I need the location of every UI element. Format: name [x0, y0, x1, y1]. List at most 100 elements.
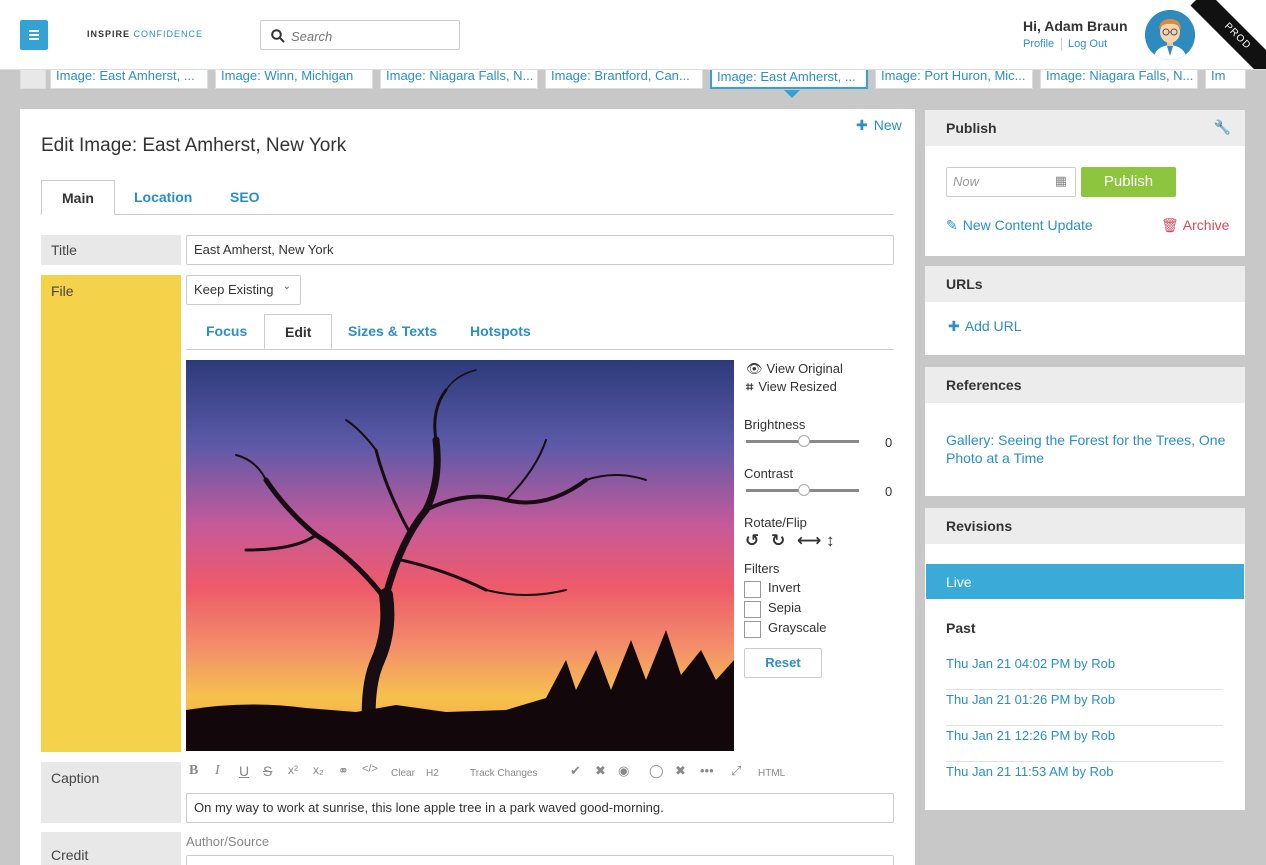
open-item-tab[interactable]: Image: East Amherst, ... [50, 70, 208, 89]
more-icon[interactable]: ••• [700, 763, 714, 778]
tab-main[interactable]: Main [41, 180, 115, 215]
grayscale-label: Grayscale [768, 620, 827, 635]
live-revision[interactable]: Live [926, 564, 1244, 599]
flip-vertical-icon[interactable]: ↕ [826, 531, 835, 551]
search-input[interactable] [291, 27, 451, 45]
bold-button[interactable]: B [189, 763, 198, 779]
preview-eye-icon[interactable]: ◉ [618, 763, 629, 779]
contrast-slider-handle[interactable] [798, 484, 810, 496]
credit-input[interactable] [186, 855, 894, 865]
new-content-update-link[interactable]: ✎ New Content Update [946, 217, 1093, 234]
open-item-tab[interactable]: Image: Brantford, Can... [545, 70, 703, 89]
filters-label: Filters [744, 561, 780, 576]
credit-hint: Author/Source [186, 834, 270, 849]
open-item-tab[interactable]: Im [1205, 70, 1246, 89]
search-box[interactable] [260, 20, 460, 50]
file-mode-select[interactable]: Keep Existing ⌄ [186, 275, 301, 305]
flip-horizontal-icon[interactable]: ⟷ [797, 531, 821, 551]
page-title: Edit Image: East Amherst, New York [41, 135, 347, 156]
html-button[interactable]: HTML [758, 768, 785, 779]
caption-input[interactable]: On my way to work at sunrise, this lone … [186, 793, 894, 823]
wrench-icon[interactable]: 🔧 [1214, 119, 1231, 136]
open-item-tab-active[interactable]: Image: East Amherst, ... [710, 70, 868, 89]
publish-button[interactable]: Publish [1081, 167, 1176, 197]
open-item-tab[interactable]: Image: Winn, Michigan [215, 70, 373, 89]
menu-toggle-button[interactable] [20, 20, 48, 50]
revision-item[interactable]: Thu Jan 21 12:26 PM by Rob [946, 726, 1223, 762]
subtab-sizes-texts[interactable]: Sizes & Texts [328, 314, 457, 349]
reference-link[interactable]: Gallery: Seeing the Forest for the Trees… [946, 431, 1231, 467]
image-preview[interactable] [186, 360, 734, 751]
invert-checkbox[interactable] [744, 581, 761, 598]
past-heading: Past [946, 620, 976, 636]
rotate-flip-label: Rotate/Flip [744, 515, 807, 530]
plus-icon: ✚ [856, 117, 868, 133]
eye-icon: 👁 [746, 361, 763, 376]
fullscreen-icon[interactable]: ⤢ [731, 763, 741, 779]
logout-link[interactable]: Log Out [1068, 38, 1107, 50]
view-resized-label: View Resized [758, 379, 837, 394]
new-button[interactable]: ✚ New [856, 117, 902, 134]
sepia-checkbox[interactable] [744, 601, 761, 618]
brightness-slider-handle[interactable] [798, 435, 810, 447]
publish-date-input[interactable]: Now ▦ [946, 167, 1076, 197]
link-icon[interactable]: ⚭ [338, 763, 349, 779]
view-resized-link[interactable]: ⌗ View Resized [746, 379, 837, 395]
archive-link[interactable]: 🗑 Archive [1161, 217, 1229, 234]
new-content-update-label: New Content Update [962, 217, 1093, 233]
view-original-link[interactable]: 👁 View Original [746, 361, 843, 377]
contrast-slider[interactable] [746, 484, 859, 496]
italic-button[interactable]: I [215, 763, 220, 779]
caption-label: Caption [41, 762, 181, 823]
open-item-tab[interactable]: Image: Niagara Falls, N... [380, 70, 538, 89]
edit-panel: ✚ New Edit Image: East Amherst, New York … [20, 109, 915, 865]
avatar-illustration [1145, 10, 1195, 60]
sepia-label: Sepia [768, 600, 802, 615]
file-mode-value: Keep Existing [194, 282, 274, 297]
subtab-edit[interactable]: Edit [264, 314, 333, 349]
rotate-right-icon[interactable]: ↻ [771, 531, 785, 551]
add-url-label: Add URL [964, 318, 1022, 334]
view-original-label: View Original [766, 361, 843, 376]
publish-heading: Publish 🔧 [925, 110, 1245, 146]
file-label: File [41, 275, 181, 752]
publish-date-placeholder: Now [953, 174, 980, 189]
accept-change-icon[interactable]: ✔ [570, 763, 581, 779]
subtab-focus[interactable]: Focus [186, 314, 267, 349]
rotate-left-icon[interactable]: ↺ [745, 531, 759, 551]
publish-card: Publish 🔧 Now ▦ Publish ✎ New Content Updat… [925, 110, 1245, 256]
comment-icon[interactable]: ◯ [649, 763, 664, 779]
open-items-strip: Image: East Amherst, ... Image: Winn, Mi… [20, 70, 1246, 90]
revision-item[interactable]: Thu Jan 21 01:26 PM by Rob [946, 690, 1223, 726]
credit-label: Credit [41, 832, 181, 865]
add-url-button[interactable]: ✚ Add URL [948, 318, 1022, 335]
open-item-tab[interactable]: Image: Port Huron, Mic... [875, 70, 1033, 89]
urls-card: URLs ✚ Add URL [925, 266, 1245, 355]
tab-seo[interactable]: SEO [210, 180, 280, 215]
strikethrough-button[interactable]: S [263, 763, 272, 779]
tab-location[interactable]: Location [114, 180, 212, 215]
revision-item[interactable]: Thu Jan 21 04:02 PM by Rob [946, 654, 1223, 690]
clear-button[interactable]: Clear [391, 768, 415, 779]
revisions-card: Revisions Live Past Thu Jan 21 04:02 PM … [925, 508, 1245, 810]
track-changes-button[interactable]: Track Changes [470, 768, 537, 779]
subscript-button[interactable]: x₂ [313, 763, 324, 777]
open-item-tab[interactable]: Image: Niagara Falls, N... [1040, 70, 1198, 89]
h2-button[interactable]: H2 [426, 768, 439, 779]
logo[interactable]: INSPIRE CONFIDENCE [87, 29, 203, 39]
title-input[interactable]: East Amherst, New York [186, 235, 894, 265]
grayscale-checkbox[interactable] [744, 621, 761, 638]
reject-change-icon[interactable]: ✖ [595, 763, 606, 779]
underline-button[interactable]: U [239, 763, 249, 779]
profile-link[interactable]: Profile [1023, 38, 1054, 50]
reset-button[interactable]: Reset [744, 648, 822, 678]
calendar-icon[interactable]: ▦ [1055, 173, 1067, 189]
avatar[interactable] [1145, 10, 1195, 60]
superscript-button[interactable]: x² [288, 763, 298, 777]
delete-comment-icon[interactable]: ✖ [675, 763, 686, 779]
strip-scroll-left[interactable] [20, 70, 46, 89]
code-icon[interactable]: </> [362, 763, 378, 775]
subtab-hotspots[interactable]: Hotspots [450, 314, 551, 349]
revision-item[interactable]: Thu Jan 21 11:53 AM by Rob [946, 762, 1223, 798]
brightness-slider[interactable] [746, 435, 859, 447]
